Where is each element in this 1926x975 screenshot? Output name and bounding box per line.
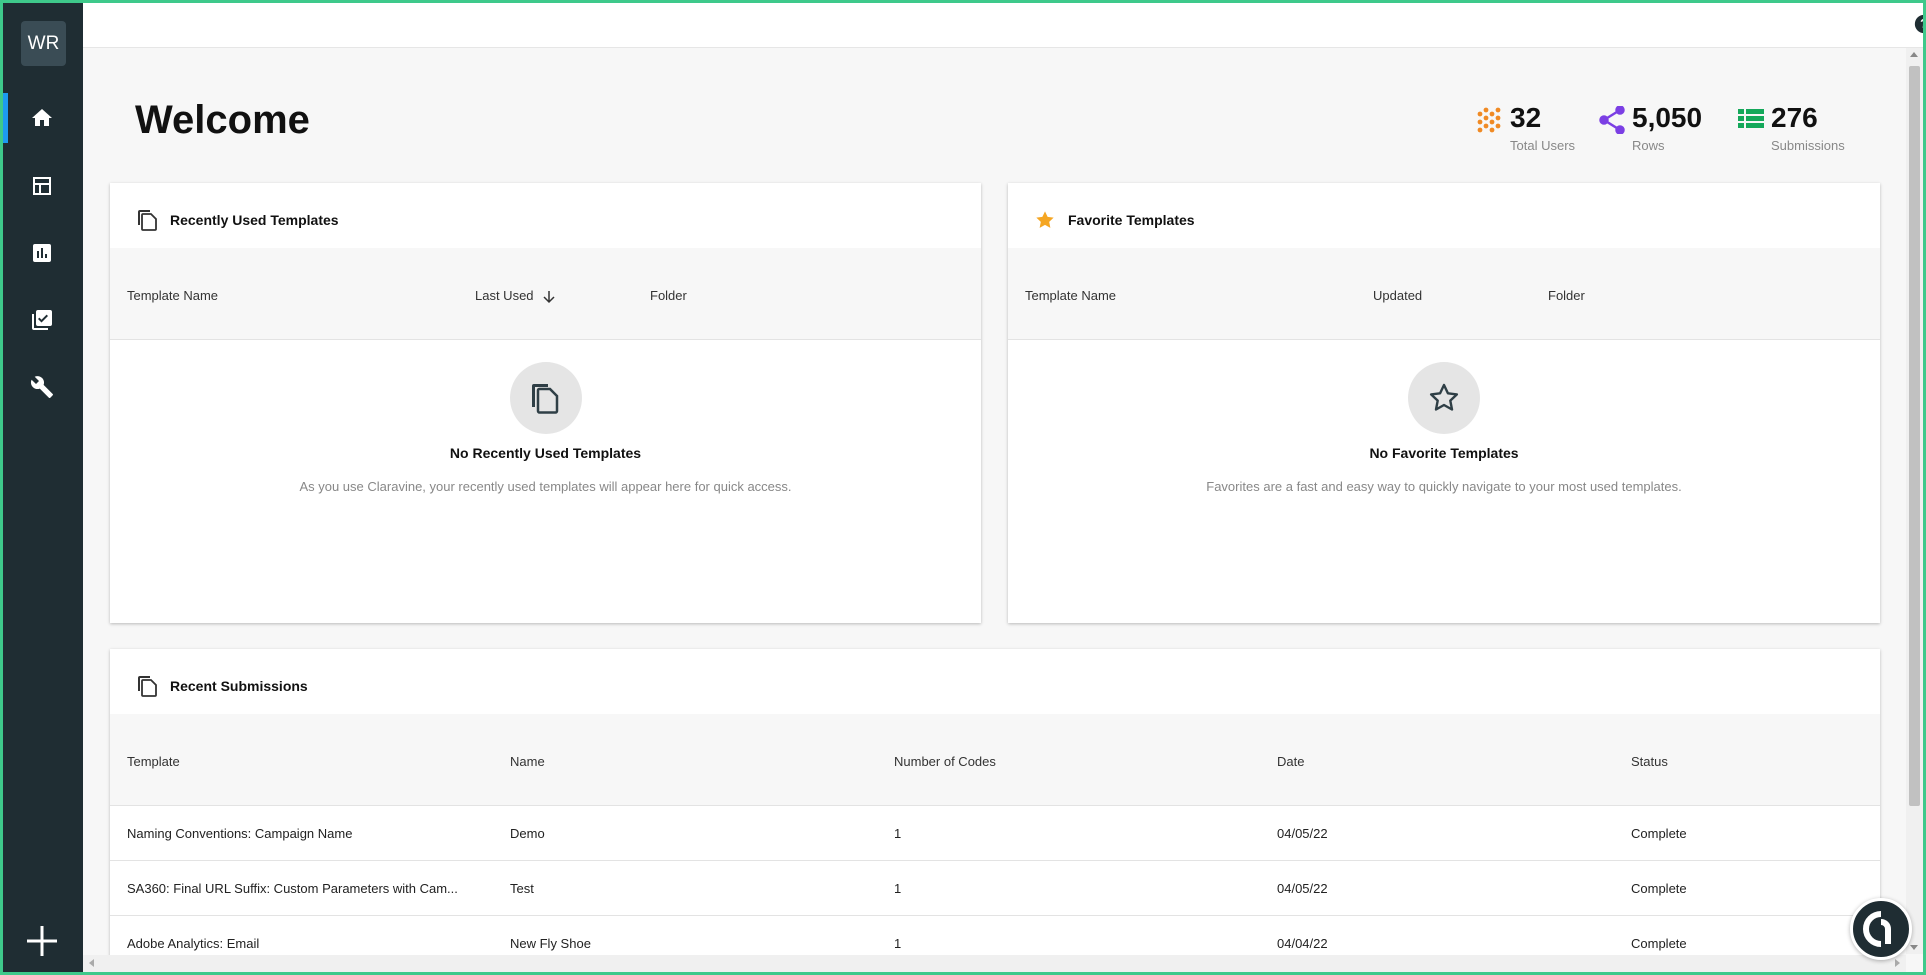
help-icon[interactable]: ? bbox=[1914, 14, 1926, 34]
card-title: Recently Used Templates bbox=[170, 212, 339, 228]
column-header-label: Last Used bbox=[475, 288, 534, 303]
scroll-up-icon[interactable] bbox=[1910, 52, 1918, 57]
column-header[interactable]: Status bbox=[1631, 754, 1668, 769]
column-header-last-used[interactable]: Last Used bbox=[475, 288, 555, 304]
copy-icon bbox=[138, 210, 157, 231]
horizontal-scrollbar[interactable] bbox=[83, 955, 1906, 972]
checklist-icon bbox=[31, 310, 52, 330]
card-title: Recent Submissions bbox=[170, 678, 308, 694]
recent-templates-card: Recently Used Templates Template Name La… bbox=[110, 183, 981, 623]
home-icon bbox=[31, 109, 52, 126]
scroll-down-icon[interactable] bbox=[1910, 945, 1918, 950]
empty-state-description: Favorites are a fast and easy way to qui… bbox=[1206, 479, 1682, 494]
top-bar: ? R bbox=[83, 0, 1926, 48]
cell-codes: 1 bbox=[894, 936, 902, 951]
table-header: Template Name Updated Folder bbox=[1008, 248, 1880, 340]
cell-date: 04/05/22 bbox=[1277, 826, 1328, 841]
table-header: Template Name Number of Codes Date Statu… bbox=[110, 714, 1880, 806]
scrollbar-thumb[interactable] bbox=[1909, 66, 1920, 806]
column-header[interactable]: Template Name bbox=[1025, 288, 1116, 303]
sidebar-item-admin[interactable] bbox=[0, 362, 83, 412]
list-icon bbox=[1738, 109, 1764, 128]
stat-value: 276 bbox=[1771, 102, 1818, 133]
scroll-right-icon[interactable] bbox=[1895, 959, 1900, 967]
recent-submissions-card: Recent Submissions Template Name Number … bbox=[110, 649, 1880, 969]
column-header[interactable]: Updated bbox=[1373, 288, 1422, 303]
wrench-icon bbox=[30, 376, 53, 398]
chat-icon bbox=[1863, 911, 1891, 947]
table-header: Template Name Last Used Folder bbox=[110, 248, 981, 340]
stat-value: 32 bbox=[1510, 102, 1542, 133]
sidebar-item-submissions[interactable] bbox=[0, 295, 83, 345]
sidebar: WR bbox=[0, 0, 83, 975]
empty-state-title: No Favorite Templates bbox=[1369, 445, 1519, 461]
card-title: Favorite Templates bbox=[1068, 212, 1195, 228]
share-icon bbox=[1599, 106, 1625, 134]
arrow-down-icon[interactable] bbox=[543, 290, 555, 304]
copy-icon bbox=[138, 676, 157, 697]
card-header: Recently Used Templates bbox=[110, 183, 981, 248]
cell-name: Demo bbox=[510, 826, 545, 841]
empty-state-title: No Recently Used Templates bbox=[449, 445, 642, 461]
cell-codes: 1 bbox=[894, 826, 902, 841]
table-row[interactable]: SA360: Final URL Suffix: Custom Paramete… bbox=[110, 861, 1880, 916]
cell-date: 04/05/22 bbox=[1277, 881, 1328, 896]
column-header[interactable]: Number of Codes bbox=[894, 754, 996, 769]
bar-chart-icon bbox=[32, 244, 51, 262]
sidebar-item-templates[interactable] bbox=[0, 161, 83, 211]
column-header[interactable]: Date bbox=[1277, 754, 1304, 769]
column-header[interactable]: Folder bbox=[650, 288, 687, 303]
scroll-left-icon[interactable] bbox=[89, 959, 94, 967]
svg-text:?: ? bbox=[1920, 17, 1926, 31]
table-icon bbox=[32, 177, 51, 195]
cell-status: Complete bbox=[1631, 826, 1687, 841]
vertical-scrollbar[interactable] bbox=[1906, 48, 1923, 954]
stat-label: Rows bbox=[1632, 138, 1665, 153]
card-header: Favorite Templates bbox=[1008, 183, 1880, 248]
star-icon bbox=[1036, 211, 1054, 228]
column-header[interactable]: Folder bbox=[1548, 288, 1585, 303]
cell-template: Naming Conventions: Campaign Name bbox=[127, 826, 353, 841]
copy-icon bbox=[532, 384, 559, 414]
favorite-templates-card: Favorite Templates Template Name Updated… bbox=[1008, 183, 1880, 623]
empty-state-description: As you use Claravine, your recently used… bbox=[299, 479, 792, 494]
stat-label: Submissions bbox=[1771, 138, 1845, 153]
column-header[interactable]: Template bbox=[127, 754, 180, 769]
cell-date: 04/04/22 bbox=[1277, 936, 1328, 951]
chat-button[interactable] bbox=[1850, 898, 1912, 960]
app-logo[interactable]: WR bbox=[21, 21, 66, 66]
card-header: Recent Submissions bbox=[110, 649, 1880, 714]
stat-label: Total Users bbox=[1510, 138, 1576, 153]
cell-template: SA360: Final URL Suffix: Custom Paramete… bbox=[127, 881, 458, 896]
sidebar-item-home[interactable] bbox=[0, 93, 83, 143]
cell-status: Complete bbox=[1631, 881, 1687, 896]
users-dots-icon bbox=[1477, 107, 1501, 133]
sidebar-item-reports[interactable] bbox=[0, 228, 83, 278]
stat-value: 5,050 bbox=[1632, 102, 1703, 133]
table-row[interactable]: Naming Conventions: Campaign Name Demo 1… bbox=[110, 806, 1880, 861]
empty-state-icon bbox=[510, 362, 582, 434]
column-header[interactable]: Template Name bbox=[127, 288, 218, 303]
column-header[interactable]: Name bbox=[510, 754, 545, 769]
cell-codes: 1 bbox=[894, 881, 902, 896]
empty-state-icon bbox=[1408, 362, 1480, 434]
plus-icon bbox=[27, 926, 57, 956]
star-outline-icon bbox=[1429, 383, 1459, 411]
cell-name: Test bbox=[510, 881, 534, 896]
cell-status: Complete bbox=[1631, 936, 1687, 951]
cell-template: Adobe Analytics: Email bbox=[127, 936, 260, 951]
cell-name: New Fly Shoe bbox=[510, 936, 591, 951]
page-title: Welcome bbox=[135, 98, 310, 142]
add-button[interactable] bbox=[24, 923, 60, 959]
